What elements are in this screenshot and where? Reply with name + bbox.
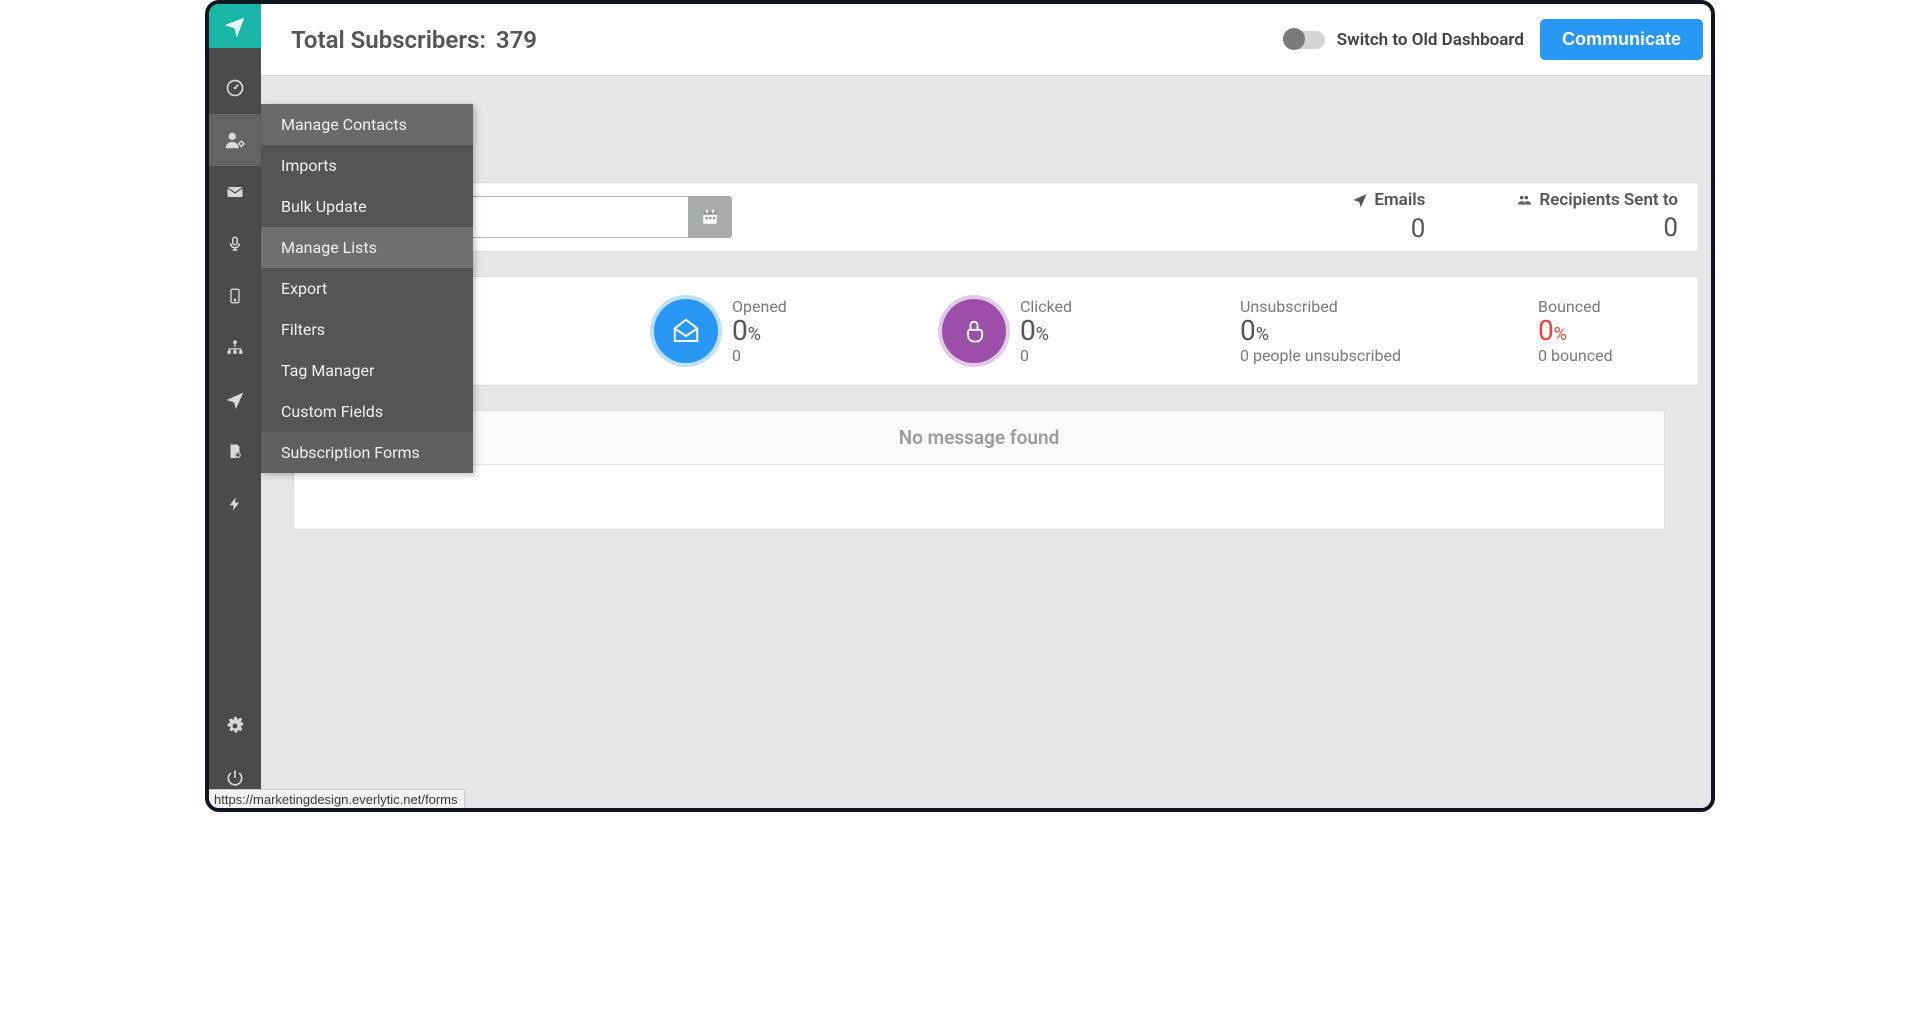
old-dashboard-toggle[interactable] bbox=[1285, 31, 1325, 49]
date-stats-card: Emails 0 Recipients Sent to 0 bbox=[293, 182, 1699, 252]
submenu-export[interactable]: Export bbox=[261, 268, 473, 309]
submenu-bulk-update[interactable]: Bulk Update bbox=[261, 186, 473, 227]
submenu-filters[interactable]: Filters bbox=[261, 309, 473, 350]
metric-unsub-sub: 0 people unsubscribed bbox=[1240, 346, 1401, 365]
metric-clicked-pct-unit: % bbox=[1036, 324, 1049, 345]
metric-opened-pct: 0 bbox=[732, 314, 748, 347]
metric-unsub-name: Unsubscribed bbox=[1240, 297, 1401, 316]
sidebar bbox=[209, 4, 261, 808]
stat-emails-label: Emails bbox=[1374, 190, 1425, 210]
metric-opened-pct-unit: % bbox=[748, 324, 761, 345]
submenu-manage-lists[interactable]: Manage Lists bbox=[261, 227, 473, 268]
sidebar-item-dashboard[interactable] bbox=[209, 62, 261, 114]
metric-bounced-pct: 0 bbox=[1538, 314, 1554, 347]
paper-plane-icon bbox=[1352, 192, 1368, 208]
calendar-icon bbox=[701, 208, 719, 226]
communicate-button[interactable]: Communicate bbox=[1540, 19, 1703, 60]
metric-bounced-sub: 0 bounced bbox=[1538, 346, 1613, 365]
metric-clicked: Clicked 0% 0 bbox=[942, 297, 1230, 366]
submenu-tag-manager[interactable]: Tag Manager bbox=[261, 350, 473, 391]
main-content: Emails 0 Recipients Sent to 0 bbox=[261, 76, 1711, 808]
metrics-card: Opened 0% 0 Clicked 0% 0 Unsubscribed bbox=[293, 276, 1699, 386]
submenu-imports[interactable]: Imports bbox=[261, 145, 473, 186]
page-title-count: 379 bbox=[496, 26, 537, 54]
stat-recipients-value: 0 bbox=[1515, 213, 1678, 243]
sidebar-item-email[interactable] bbox=[209, 166, 261, 218]
sidebar-item-settings[interactable] bbox=[209, 700, 261, 752]
status-bar-url: https://marketingdesign.everlytic.net/fo… bbox=[207, 789, 465, 810]
metric-bounced: Bounced 0% 0 bounced bbox=[1528, 297, 1668, 366]
messages-card: No message found bbox=[293, 410, 1665, 530]
sidebar-item-microphone[interactable] bbox=[209, 218, 261, 270]
toggle-knob bbox=[1283, 28, 1305, 50]
topbar: Total Subscribers: 379 Switch to Old Das… bbox=[261, 4, 1711, 76]
clicked-icon bbox=[942, 299, 1006, 363]
metric-opened-sub: 0 bbox=[732, 346, 787, 365]
sidebar-item-bolt[interactable] bbox=[209, 478, 261, 530]
sidebar-item-contacts[interactable] bbox=[209, 114, 261, 166]
stat-emails: Emails 0 bbox=[1352, 190, 1425, 244]
sidebar-item-file-badge[interactable] bbox=[209, 426, 261, 478]
metric-bounced-pct-unit: % bbox=[1554, 324, 1567, 345]
metric-unsub-pct: 0 bbox=[1240, 314, 1256, 347]
opened-icon bbox=[654, 299, 718, 363]
stat-emails-value: 0 bbox=[1352, 214, 1425, 244]
stat-recipients: Recipients Sent to 0 bbox=[1515, 190, 1678, 244]
calendar-button[interactable] bbox=[688, 196, 732, 238]
metric-unsubscribed: Unsubscribed 0% 0 people unsubscribed bbox=[1230, 297, 1528, 366]
messages-empty-text: No message found bbox=[294, 411, 1664, 465]
submenu-subscription-forms[interactable]: Subscription Forms bbox=[261, 432, 473, 473]
page-title-label: Total Subscribers: bbox=[291, 26, 486, 54]
metric-clicked-pct: 0 bbox=[1020, 314, 1036, 347]
old-dashboard-toggle-label: Switch to Old Dashboard bbox=[1337, 30, 1524, 50]
submenu-custom-fields[interactable]: Custom Fields bbox=[261, 391, 473, 432]
brand-logo bbox=[209, 4, 261, 48]
messages-body bbox=[294, 465, 1664, 530]
sidebar-item-mobile[interactable] bbox=[209, 270, 261, 322]
sidebar-item-send[interactable] bbox=[209, 374, 261, 426]
contacts-submenu: Manage Contacts Imports Bulk Update Mana… bbox=[261, 104, 473, 473]
users-icon bbox=[1515, 193, 1533, 207]
metric-unsub-pct-unit: % bbox=[1256, 324, 1269, 345]
submenu-manage-contacts[interactable]: Manage Contacts bbox=[261, 104, 473, 145]
stat-recipients-label: Recipients Sent to bbox=[1539, 190, 1678, 210]
metric-clicked-sub: 0 bbox=[1020, 346, 1072, 365]
sidebar-item-network[interactable] bbox=[209, 322, 261, 374]
